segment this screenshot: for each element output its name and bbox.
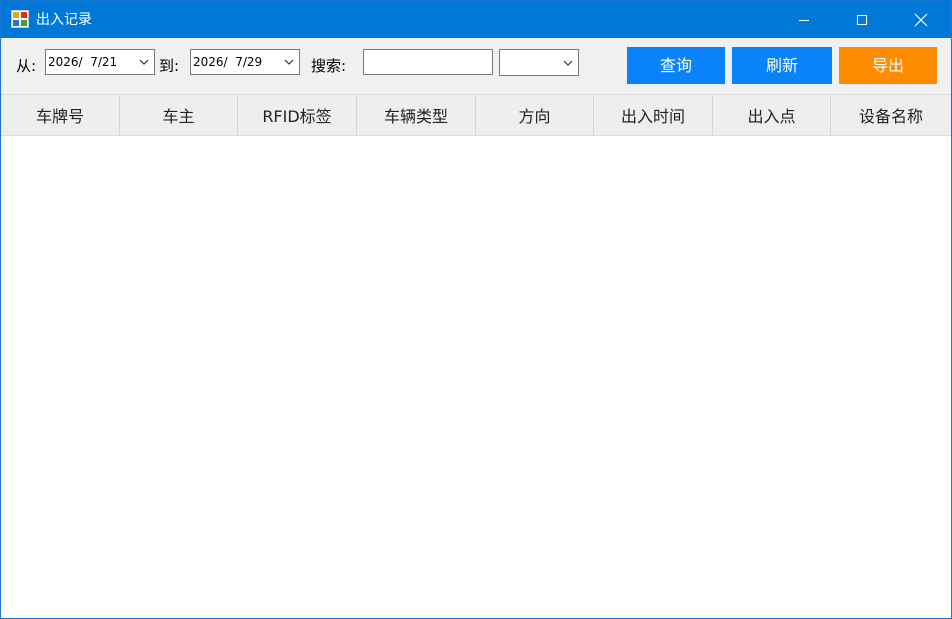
from-date-picker[interactable]: 2026/ 7/21 xyxy=(45,49,155,75)
export-button[interactable]: 导出 xyxy=(839,47,937,84)
app-icon xyxy=(11,10,29,28)
minimize-button[interactable] xyxy=(775,1,833,38)
from-date-value: 2026/ 7/21 xyxy=(48,55,118,69)
to-date-picker[interactable]: 2026/ 7/29 xyxy=(190,49,300,75)
main-window: 出入记录 从: 2026/ 7/21 到: 2026/ 7/29 搜索: 查询 … xyxy=(0,0,952,619)
close-button[interactable] xyxy=(892,1,950,38)
search-label: 搜索: xyxy=(311,57,347,75)
maximize-button[interactable] xyxy=(833,1,891,38)
chevron-down-icon xyxy=(284,59,294,65)
to-date-value: 2026/ 7/29 xyxy=(193,55,263,69)
maximize-icon xyxy=(857,14,867,25)
column-header-time[interactable]: 出入时间 xyxy=(594,95,713,135)
grid-body[interactable] xyxy=(1,136,951,618)
column-header-rfid[interactable]: RFID标签 xyxy=(238,95,357,135)
refresh-button[interactable]: 刷新 xyxy=(732,47,832,84)
column-header-plate[interactable]: 车牌号 xyxy=(1,95,120,135)
to-label: 到: xyxy=(159,57,180,75)
window-title: 出入记录 xyxy=(36,12,92,28)
column-header-gate[interactable]: 出入点 xyxy=(713,95,831,135)
column-header-vehicle-type[interactable]: 车辆类型 xyxy=(357,95,476,135)
filter-dropdown[interactable] xyxy=(499,49,579,76)
grid-header: 车牌号 车主 RFID标签 车辆类型 方向 出入时间 出入点 设备名称 xyxy=(1,94,951,136)
filter-toolbar: 从: 2026/ 7/21 到: 2026/ 7/29 搜索: 查询 刷新 导出 xyxy=(1,38,951,94)
search-input[interactable] xyxy=(363,49,493,75)
records-grid[interactable]: 车牌号 车主 RFID标签 车辆类型 方向 出入时间 出入点 设备名称 xyxy=(1,94,951,618)
from-label: 从: xyxy=(16,57,37,75)
column-header-device[interactable]: 设备名称 xyxy=(831,95,951,135)
chevron-down-icon xyxy=(139,59,149,65)
column-header-owner[interactable]: 车主 xyxy=(120,95,238,135)
close-icon xyxy=(914,13,928,26)
minimize-icon xyxy=(799,19,809,21)
column-header-direction[interactable]: 方向 xyxy=(476,95,594,135)
title-bar[interactable]: 出入记录 xyxy=(1,1,951,38)
chevron-down-icon xyxy=(563,60,573,66)
query-button[interactable]: 查询 xyxy=(627,47,725,84)
